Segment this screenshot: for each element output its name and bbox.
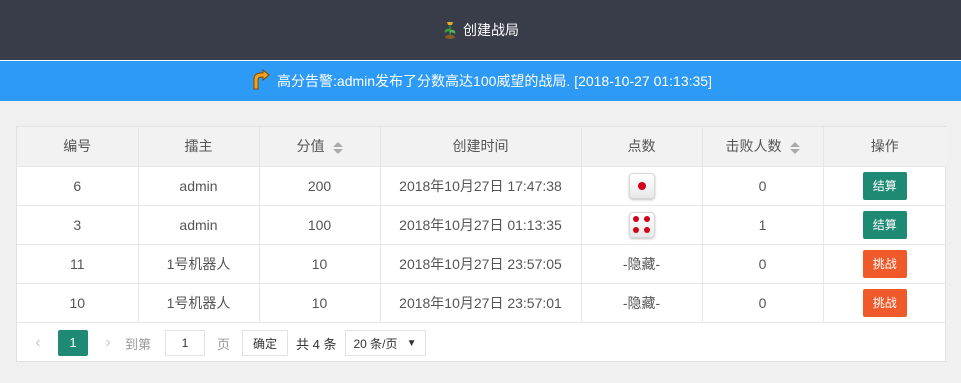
create-battle-icon	[442, 20, 458, 40]
settle-button[interactable]: 结算	[862, 171, 907, 200]
cell-points	[581, 205, 703, 245]
cell-action: 结算	[823, 205, 946, 245]
cell-score: 200	[259, 166, 381, 206]
page-unit-label: 页	[217, 336, 231, 352]
top-bar: 创建战局	[0, 0, 961, 60]
cell-created-time: 2018年10月27日 01:13:35	[380, 205, 582, 245]
goto-page-input[interactable]: 1	[165, 330, 206, 356]
turn-arrow-icon	[249, 68, 271, 94]
total-count: 共 4 条	[296, 336, 337, 352]
challenge-button[interactable]: 挑战	[862, 249, 907, 278]
cell-points	[581, 166, 703, 206]
column-header-id: 编号	[17, 127, 139, 167]
dice-pip	[643, 216, 650, 223]
cell-score: 10	[259, 283, 381, 323]
cell-score: 10	[259, 244, 381, 284]
cell-created-time: 2018年10月27日 23:57:05	[380, 244, 582, 284]
current-page-button[interactable]: 1	[58, 330, 88, 356]
cell-score: 100	[259, 205, 381, 245]
cell-defeated: 0	[702, 166, 824, 206]
cell-action: 挑战	[823, 283, 946, 323]
column-header-defeated[interactable]: 击败人数	[702, 127, 824, 167]
dice-pip	[633, 226, 640, 233]
battle-table-container: 编号 擂主 分值 创建时间 点数 击败人数 操作 6 admin 200 2018年1…	[16, 126, 946, 362]
table-header-row: 编号 擂主 分值 创建时间 点数 击败人数 操作	[17, 127, 946, 167]
battle-list-panel: 编号 擂主 分值 创建时间 点数 击败人数 操作 6 admin 200 2018年1…	[0, 101, 961, 383]
table-row: 3 admin 100 2018年10月27日 01:13:35 1 结算	[17, 205, 946, 245]
table-row: 11 1号机器人 10 2018年10月27日 23:57:05 -隐藏- 0 挑战	[17, 244, 946, 284]
create-battle-button[interactable]: 创建战局	[442, 20, 519, 40]
dice-pip	[633, 216, 640, 223]
cell-action: 挑战	[823, 244, 946, 284]
hidden-points-text: -隐藏-	[622, 255, 661, 272]
cell-host: 1号机器人	[138, 283, 260, 323]
cell-action: 结算	[823, 166, 946, 206]
table-row: 6 admin 200 2018年10月27日 17:47:38 0 结算	[17, 166, 946, 206]
dice-4-icon	[628, 211, 655, 238]
page-size-select[interactable]: 20 条/页 ▼	[344, 330, 426, 356]
pagination: ‹ 1 › 到第 1 页 确定 共 4 条 20 条/页 ▼	[17, 323, 946, 363]
sort-icon[interactable]	[332, 141, 343, 154]
dice-pip	[643, 226, 650, 233]
cell-id: 11	[17, 244, 139, 284]
cell-defeated: 0	[702, 244, 824, 284]
table-row: 10 1号机器人 10 2018年10月27日 23:57:01 -隐藏- 0 挑战	[17, 283, 946, 323]
challenge-button[interactable]: 挑战	[862, 288, 907, 317]
column-header-host: 擂主	[138, 127, 260, 167]
battle-table: 编号 擂主 分值 创建时间 点数 击败人数 操作 6 admin 200 2018年1…	[17, 127, 946, 323]
dice-pip	[637, 181, 646, 190]
goto-confirm-button[interactable]: 确定	[242, 330, 289, 356]
dice-1-icon	[628, 172, 655, 199]
column-header-created-time: 创建时间	[380, 127, 582, 167]
settle-button[interactable]: 结算	[862, 210, 907, 239]
cell-created-time: 2018年10月27日 23:57:01	[380, 283, 582, 323]
goto-label: 到第	[125, 336, 152, 352]
cell-host: admin	[138, 205, 260, 245]
high-score-alert-bar: 高分告警:admin发布了分数高达100威望的战局. [2018-10-27 0…	[0, 61, 961, 101]
column-header-points: 点数	[581, 127, 703, 167]
cell-points: -隐藏-	[581, 283, 703, 323]
next-page-button[interactable]: ›	[97, 334, 119, 352]
cell-created-time: 2018年10月27日 17:47:38	[380, 166, 582, 206]
prev-page-button[interactable]: ‹	[27, 334, 49, 352]
cell-id: 3	[17, 205, 139, 245]
cell-points: -隐藏-	[581, 244, 703, 284]
column-header-score[interactable]: 分值	[259, 127, 381, 167]
create-battle-label: 创建战局	[463, 22, 519, 38]
sort-icon[interactable]	[789, 141, 800, 154]
column-header-action: 操作	[823, 127, 946, 167]
cell-host: admin	[138, 166, 260, 206]
page-size-value: 20 条/页	[353, 336, 398, 351]
hidden-points-text: -隐藏-	[622, 294, 661, 311]
alert-text: 高分告警:admin发布了分数高达100威望的战局. [2018-10-27 0…	[277, 73, 712, 89]
cell-defeated: 0	[702, 283, 824, 323]
cell-id: 6	[17, 166, 139, 206]
cell-defeated: 1	[702, 205, 824, 245]
cell-id: 10	[17, 283, 139, 323]
dropdown-arrow-icon: ▼	[406, 337, 417, 349]
cell-host: 1号机器人	[138, 244, 260, 284]
